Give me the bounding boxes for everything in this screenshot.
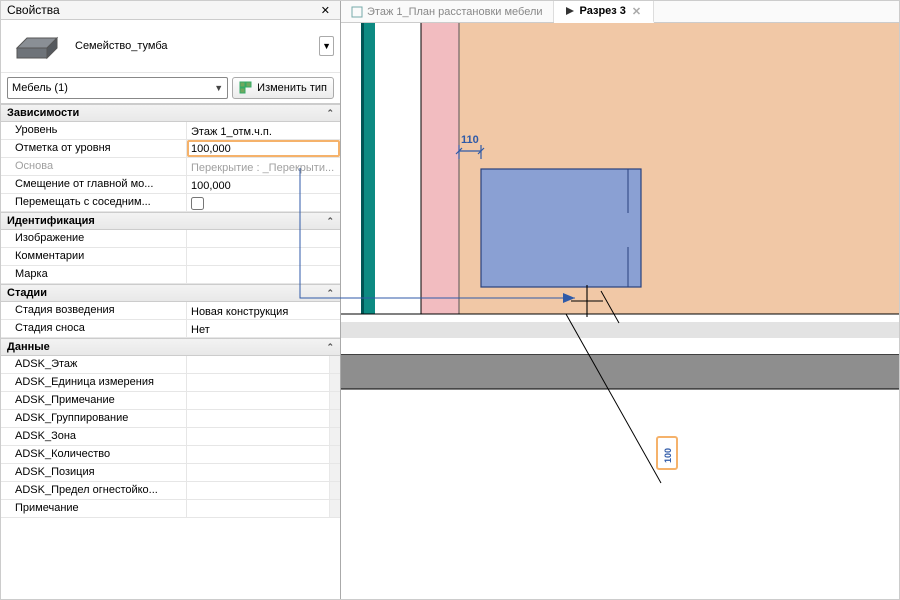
- prop-row-offset[interactable]: Отметка от уровня 100,000: [1, 140, 340, 158]
- prop-row[interactable]: ADSK_Группирование: [1, 410, 340, 428]
- prop-row[interactable]: Уровень Этаж 1_отм.ч.п.: [1, 122, 340, 140]
- prop-row[interactable]: Смещение от главной мо... 100,000: [1, 176, 340, 194]
- prop-row[interactable]: ADSK_Позиция: [1, 464, 340, 482]
- section-icon: [564, 5, 576, 17]
- type-thumbnail: [7, 28, 67, 64]
- prop-row[interactable]: ADSK_Зона: [1, 428, 340, 446]
- properties-list: Зависимости ⌃ Уровень Этаж 1_отм.ч.п. От…: [1, 104, 340, 599]
- chevron-down-icon[interactable]: ▼: [319, 36, 334, 56]
- prop-row[interactable]: Стадия возведения Новая конструкция: [1, 302, 340, 320]
- prop-row[interactable]: Марка: [1, 266, 340, 284]
- prop-row[interactable]: ADSK_Количество: [1, 446, 340, 464]
- panel-title: Свойства: [7, 3, 60, 17]
- svg-text:110: 110: [461, 134, 479, 146]
- prop-row[interactable]: Стадия сноса Нет: [1, 320, 340, 338]
- chevron-down-icon: ▼: [214, 83, 223, 93]
- prop-row[interactable]: Изображение: [1, 230, 340, 248]
- prop-row[interactable]: ADSK_Предел огнестойко...: [1, 482, 340, 500]
- furniture-element[interactable]: [481, 169, 641, 287]
- svg-text:100: 100: [663, 448, 673, 463]
- close-icon[interactable]: ✕: [630, 5, 643, 18]
- prop-row[interactable]: Комментарии: [1, 248, 340, 266]
- properties-panel: Свойства ✕ Семейство_тумба ▼ Мебель (1) …: [1, 1, 341, 599]
- panel-titlebar: Свойства ✕: [1, 1, 340, 20]
- prop-row[interactable]: Перемещать с соседним...: [1, 194, 340, 212]
- edit-type-button[interactable]: Изменить тип: [232, 77, 334, 99]
- elevation-mark[interactable]: 100: [657, 437, 677, 469]
- view-icon: [351, 6, 363, 18]
- move-with-checkbox[interactable]: [191, 197, 204, 210]
- tab-section[interactable]: Разрез 3 ✕: [554, 1, 655, 23]
- type-selector[interactable]: Семейство_тумба ▼: [1, 20, 340, 73]
- edit-type-icon: [239, 81, 253, 95]
- collapse-icon: ⌃: [326, 216, 334, 227]
- viewport: Этаж 1_План расстановки мебели Разрез 3 …: [341, 1, 899, 599]
- view-tabbar: Этаж 1_План расстановки мебели Разрез 3 …: [341, 1, 899, 23]
- group-dependencies[interactable]: Зависимости ⌃: [1, 104, 340, 122]
- tab-floorplan[interactable]: Этаж 1_План расстановки мебели: [341, 1, 554, 22]
- family-category-select[interactable]: Мебель (1) ▼: [7, 77, 228, 99]
- prop-row[interactable]: ADSK_Единица измерения: [1, 374, 340, 392]
- scrollbar[interactable]: [329, 356, 340, 373]
- prop-row[interactable]: ADSK_Примечание: [1, 392, 340, 410]
- prop-row[interactable]: Примечание: [1, 500, 340, 518]
- collapse-icon: ⌃: [326, 288, 334, 299]
- prop-row: Основа Перекрытие : _Перекрыти...: [1, 158, 340, 176]
- collapse-icon: ⌃: [326, 108, 334, 119]
- prop-row[interactable]: ADSK_Этаж: [1, 356, 340, 374]
- panel-close-icon[interactable]: ✕: [317, 4, 334, 17]
- group-phasing[interactable]: Стадии ⌃: [1, 284, 340, 302]
- group-identification[interactable]: Идентификация ⌃: [1, 212, 340, 230]
- collapse-icon: ⌃: [326, 342, 334, 353]
- group-data[interactable]: Данные ⌃: [1, 338, 340, 356]
- type-name: Семейство_тумба: [75, 40, 311, 52]
- drawing-canvas[interactable]: 110 100: [341, 23, 899, 599]
